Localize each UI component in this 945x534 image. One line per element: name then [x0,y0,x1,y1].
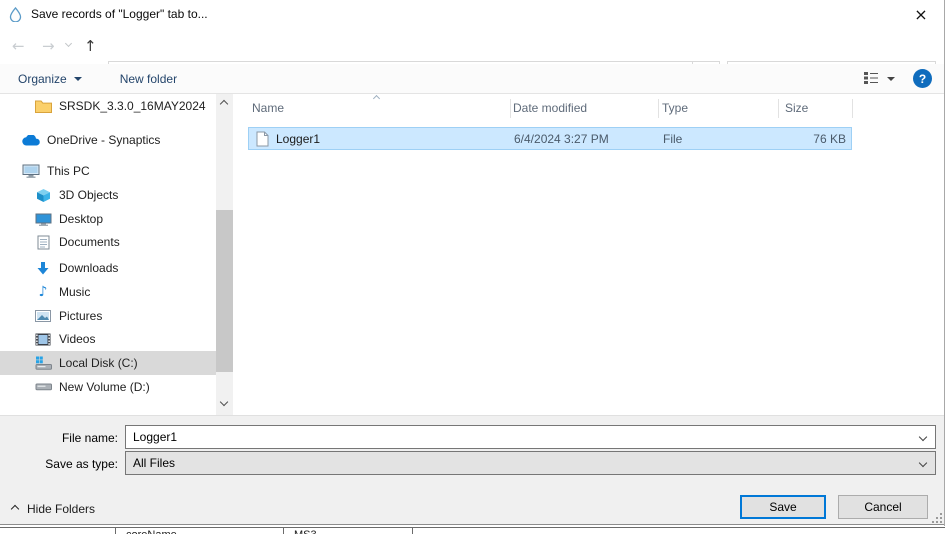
close-button[interactable]: × [901,0,941,28]
window-title: Save records of "Logger" tab to... [31,7,208,21]
file-name-label: File name: [0,431,118,445]
disk-windows-icon [34,356,52,370]
bottom-panel: File name: Save as type: All Files Hide … [0,415,945,525]
organize-button[interactable]: Organize [18,72,82,86]
recent-locations-chevron-icon[interactable] [65,40,72,47]
column-divider[interactable] [658,99,659,118]
save-file-dialog: Save records of "Logger" tab to... × ← →… [0,0,945,534]
forward-button[interactable]: → [42,37,55,55]
views-caret-icon[interactable] [887,77,895,81]
document-icon [34,235,52,250]
3d-cube-icon [34,188,52,203]
save-button[interactable]: Save [740,495,826,519]
file-icon [256,131,269,150]
sidebar-scrollbar[interactable] [216,94,233,415]
computer-icon [22,164,40,178]
picture-icon [34,310,52,322]
sidebar-item-3d-objects[interactable]: 3D Objects [0,183,216,207]
sidebar-item-music[interactable]: ♪ Music [0,280,216,304]
save-as-type-select[interactable]: All Files [125,451,936,475]
resize-grip[interactable] [931,512,943,527]
file-date-modified: 6/4/2024 3:27 PM [514,132,609,146]
file-name: Logger1 [276,132,320,146]
column-header-name[interactable]: Name [252,101,284,115]
sidebar-item-videos[interactable]: Videos [0,327,216,351]
column-header-size[interactable]: Size [785,101,808,115]
column-divider[interactable] [510,99,511,118]
sidebar-item-pictures[interactable]: Pictures [0,304,216,328]
title-bar: Save records of "Logger" tab to... × [0,0,945,28]
back-button[interactable]: ← [12,37,25,55]
file-size: 76 KB [774,132,846,146]
sidebar-item-onedrive[interactable]: OneDrive - Synaptics [0,128,216,152]
organize-label: Organize [18,72,67,86]
save-as-type-dropdown-icon [919,459,927,467]
up-button[interactable]: ↑ [84,37,97,55]
file-row-logger1[interactable]: Logger1 6/4/2024 3:27 PM File 76 KB [248,127,852,150]
sidebar-item-local-disk-c[interactable]: Local Disk (C:) [0,351,216,375]
desktop-monitor-icon [34,213,52,226]
cancel-button[interactable]: Cancel [838,495,928,519]
save-as-type-label: Save as type: [0,457,118,471]
file-name-input[interactable] [126,430,920,444]
organize-caret-icon [74,77,82,81]
sidebar-item-new-volume-d[interactable]: New Volume (D:) [0,375,216,399]
download-arrow-icon [34,261,52,276]
main-content: SRSDK_3.3.0_16MAY2024 OneDrive - Synapti… [0,94,945,415]
file-type: File [663,132,682,146]
app-drop-icon [9,7,22,22]
background-app-strip: coreName MS3 [0,527,945,534]
column-divider[interactable] [778,99,779,118]
folder-icon [34,100,52,113]
column-divider[interactable] [852,99,853,118]
sidebar-item-documents[interactable]: Documents [0,230,216,254]
navigation-pane: SRSDK_3.3.0_16MAY2024 OneDrive - Synapti… [0,94,233,415]
chevron-up-icon [11,505,19,513]
sidebar-item-desktop[interactable]: Desktop [0,207,216,231]
new-folder-button[interactable]: New folder [120,72,177,86]
command-toolbar: Organize New folder ? [0,64,945,94]
save-as-type-value: All Files [126,456,175,470]
onedrive-cloud-icon [22,135,40,146]
hide-folders-button[interactable]: Hide Folders [12,502,95,516]
details-view-button[interactable] [863,70,879,88]
sidebar-item-downloads[interactable]: Downloads [0,256,216,280]
scroll-up-icon[interactable] [220,100,228,108]
music-note-icon: ♪ [34,284,52,300]
background-table-cell: MS3 [283,528,413,534]
background-table-cell: coreName [115,528,283,534]
column-header-type[interactable]: Type [662,101,688,115]
scrollbar-thumb[interactable] [216,210,233,372]
column-header-date-modified[interactable]: Date modified [513,101,587,115]
film-icon [34,333,52,346]
sidebar-item-srsdk-folder[interactable]: SRSDK_3.3.0_16MAY2024 [0,94,216,118]
file-name-dropdown-icon[interactable] [919,433,927,441]
help-button[interactable]: ? [913,69,932,88]
disk-icon [34,383,52,391]
sort-ascending-icon [373,95,380,102]
sidebar-item-this-pc[interactable]: This PC [0,159,216,183]
navigation-bar: ← → ↑ This PC › Local Disk (C:) › Temp ›… [0,28,945,64]
file-name-combo [125,425,936,449]
file-list: Name Date modified Type Size Logger1 6/4… [240,94,945,415]
scroll-down-icon[interactable] [220,398,228,406]
